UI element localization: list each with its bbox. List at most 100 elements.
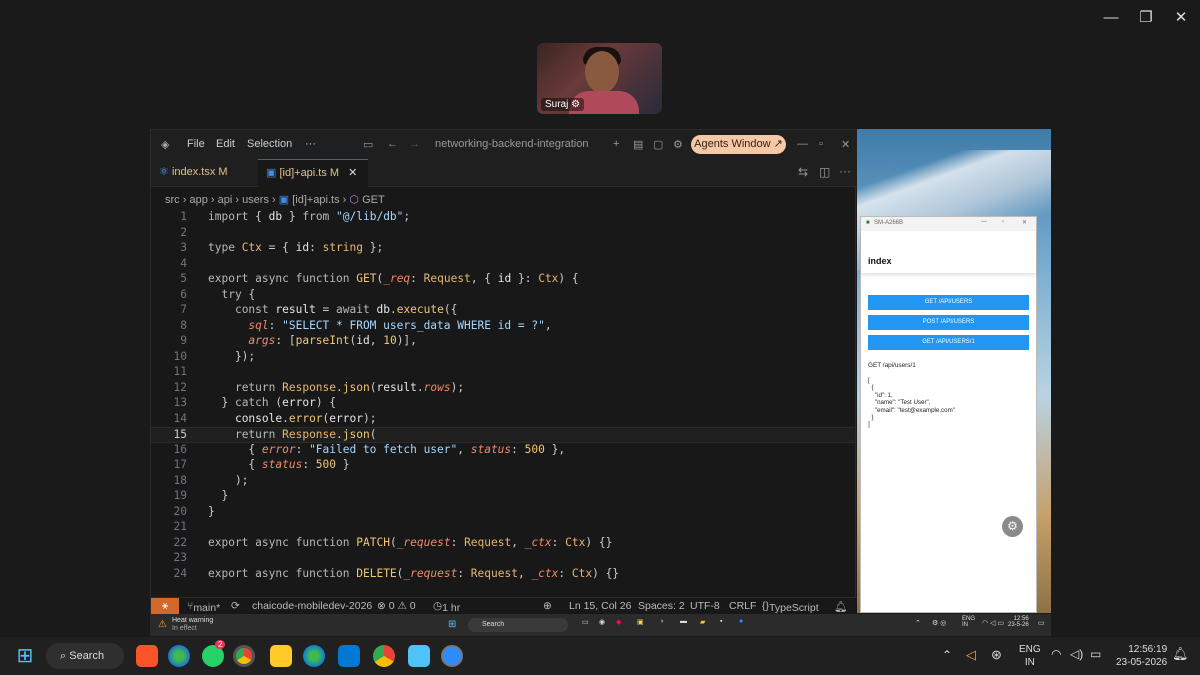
code-line[interactable]: 12 return Response.json(result.rows);: [151, 381, 855, 397]
clock[interactable]: 12:56:19 23-05-2026: [1116, 643, 1167, 669]
taskview-icon[interactable]: ▭: [582, 618, 589, 626]
code-line[interactable]: 9 args: [parseInt(id, 10)],: [151, 334, 855, 350]
restore-button[interactable]: ❐: [1133, 8, 1159, 28]
notes-icon[interactable]: ▣: [637, 618, 644, 626]
window-title[interactable]: networking-backend-integration: [435, 138, 588, 150]
security-icon[interactable]: ⊛: [991, 647, 1002, 663]
whatsapp-icon[interactable]: 2: [202, 640, 226, 667]
tray-icons[interactable]: ⚙ ◎: [932, 619, 946, 627]
code-line[interactable]: 4: [151, 257, 855, 273]
menu-selection[interactable]: Selection: [247, 138, 292, 150]
code-line[interactable]: 19 }: [151, 489, 855, 505]
windows-start-icon[interactable]: ⊞: [448, 619, 456, 630]
split-editor-icon[interactable]: ◫: [819, 165, 830, 179]
breadcrumb-item[interactable]: api: [218, 194, 233, 206]
zoom-app-icon[interactable]: ●: [739, 618, 743, 625]
edge-beta-icon[interactable]: [303, 645, 325, 667]
brave-icon[interactable]: ◆: [616, 618, 621, 626]
android-studio-icon[interactable]: ◗: [660, 618, 664, 625]
menu-file[interactable]: File: [187, 138, 205, 150]
code-line[interactable]: 17 { status: 500 }: [151, 458, 855, 474]
new-icon[interactable]: +: [613, 138, 619, 150]
layout-icon[interactable]: ▭: [363, 138, 373, 151]
zoom-icon[interactable]: ⊕: [543, 600, 552, 612]
folder-icon[interactable]: ▰: [700, 618, 705, 626]
breadcrumb-item[interactable]: app: [189, 194, 207, 206]
close-button[interactable]: ✕: [1168, 8, 1194, 28]
problems-status[interactable]: ⊗ 0 ⚠ 0: [377, 600, 416, 612]
sync-icon[interactable]: ⟳: [231, 600, 240, 612]
code-line[interactable]: 11: [151, 365, 855, 381]
bell-icon[interactable]: 🔔︎: [834, 600, 847, 613]
code-line[interactable]: 1 import { db } from "@/lib/db";: [151, 210, 855, 226]
window-close-icon[interactable]: ✕: [841, 138, 850, 151]
code-line[interactable]: 18 );: [151, 474, 855, 490]
minimize-button[interactable]: —: [1098, 8, 1124, 28]
participant-video[interactable]: Suraj ⚙: [537, 43, 662, 114]
settings-fab[interactable]: ⚙: [1002, 516, 1023, 537]
code-line[interactable]: 8 sql: "SELECT * FROM users_data WHERE i…: [151, 319, 855, 335]
encoding-status[interactable]: UTF-8: [690, 600, 720, 612]
chat-icon[interactable]: ▢: [653, 138, 663, 151]
wifi-icon[interactable]: ◠: [1051, 647, 1061, 661]
code-line[interactable]: 10 });: [151, 350, 855, 366]
code-line[interactable]: 24 export async function DELETE(_request:…: [151, 567, 855, 583]
code-line[interactable]: 5 export async function GET(_req: Request…: [151, 272, 855, 288]
workspace-status[interactable]: chaicode-mobiledev-2026: [252, 600, 372, 612]
close-tab-icon[interactable]: ✕: [348, 167, 357, 179]
brave-icon[interactable]: [136, 645, 158, 667]
breadcrumb-item[interactable]: GET: [362, 194, 385, 206]
edge-icon[interactable]: [168, 645, 190, 667]
gear-icon[interactable]: ⚙: [673, 138, 683, 151]
code-line[interactable]: 13 } catch (error) {: [151, 396, 855, 412]
branch-status[interactable]: ⑂ main*: [187, 600, 220, 614]
battery-icon[interactable]: ▭: [1090, 647, 1101, 661]
chrome-icon[interactable]: ◉: [599, 618, 605, 626]
cursor-position[interactable]: Ln 15, Col 26: [569, 600, 631, 612]
notification-bell-icon[interactable]: 🔔︎: [1172, 646, 1189, 662]
network-icons[interactable]: ◠ ◁ ▭: [982, 619, 1004, 627]
location-icon[interactable]: ◁: [966, 647, 976, 663]
emulator-maximize-icon[interactable]: ▫: [1002, 219, 1004, 225]
indent-status[interactable]: Spaces: 2: [638, 600, 685, 612]
vscode-icon[interactable]: [338, 645, 360, 667]
compare-icon[interactable]: ⇆: [798, 165, 808, 179]
lang-indicator[interactable]: ENG IN: [962, 616, 975, 628]
code-line[interactable]: 21: [151, 520, 855, 536]
chrome-icon[interactable]: [233, 645, 255, 667]
code-line[interactable]: 23: [151, 551, 855, 567]
panel-icon[interactable]: ▤: [633, 138, 643, 151]
chrome-profile-icon[interactable]: [373, 645, 395, 667]
weather-title[interactable]: Heat warning: [172, 617, 213, 624]
forward-arrow-icon[interactable]: →: [409, 138, 420, 150]
agents-window-button[interactable]: Agents Window ↗: [691, 135, 786, 154]
code-line[interactable]: 14 console.error(error);: [151, 412, 855, 428]
remote-icon[interactable]: ⚹: [151, 598, 179, 615]
code-editor[interactable]: 1 import { db } from "@/lib/db"; 2 3 type Ct…: [151, 210, 857, 598]
menu-edit[interactable]: Edit: [216, 138, 235, 150]
tray-chevron-icon[interactable]: ⌃: [942, 648, 952, 662]
code-line[interactable]: 16 { error: "Failed to fetch user", stat…: [151, 443, 855, 459]
get-user-by-id-button[interactable]: GET /API/USERS/1: [868, 335, 1029, 350]
search-box[interactable]: Search: [468, 618, 568, 632]
shared-clock[interactable]: 12:56 23-5-26: [1008, 616, 1029, 628]
menu-more[interactable]: ···: [305, 138, 316, 150]
lang-indicator[interactable]: ENG IN: [1019, 643, 1041, 669]
get-users-button[interactable]: GET /API/USERS: [868, 295, 1029, 310]
terminal-icon[interactable]: ▬: [680, 618, 687, 625]
app-icon[interactable]: ▪: [720, 618, 722, 625]
window-maximize-icon[interactable]: ▫: [819, 138, 823, 150]
code-line[interactable]: 3 type Ctx = { id: string };: [151, 241, 855, 257]
code-line[interactable]: 22 export async function PATCH(_request: …: [151, 536, 855, 552]
code-line[interactable]: 7 const result = await db.execute({: [151, 303, 855, 319]
tab-id-api-ts[interactable]: ▣ [id]+api.ts M ✕: [258, 159, 368, 187]
breadcrumb-item[interactable]: [id]+api.ts: [292, 194, 339, 206]
code-line[interactable]: 2: [151, 226, 855, 242]
file-explorer-icon[interactable]: [270, 645, 292, 667]
volume-icon[interactable]: ◁): [1070, 647, 1083, 661]
notepad-icon[interactable]: [408, 645, 430, 667]
language-status[interactable]: {} TypeScript: [762, 600, 819, 614]
tray-chevron-icon[interactable]: ⌃: [915, 619, 921, 627]
more-actions-icon[interactable]: ···: [839, 164, 851, 178]
code-line[interactable]: 15 return Response.json(: [151, 427, 855, 443]
